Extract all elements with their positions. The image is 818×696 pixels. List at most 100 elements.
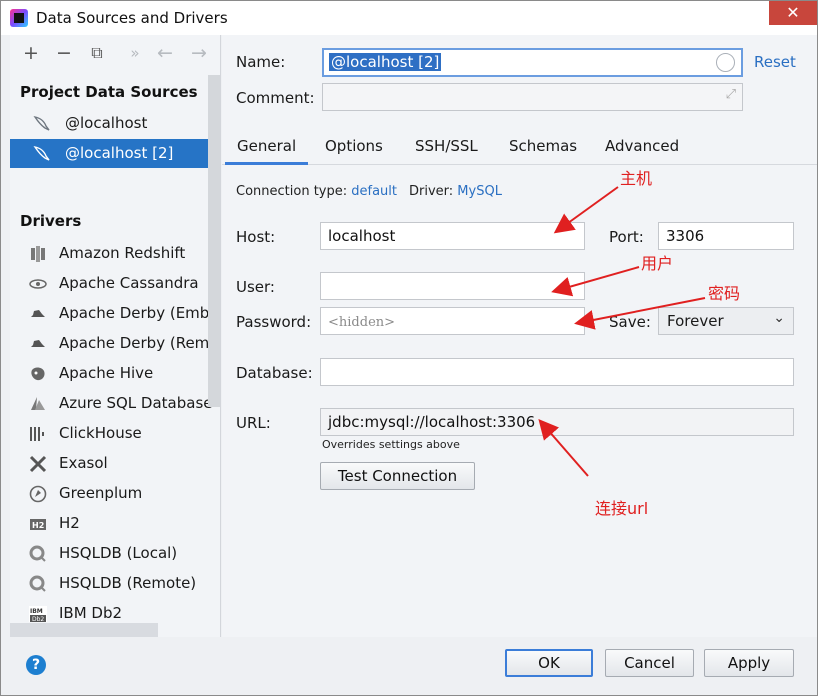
driver-label: HSQLDB (Remote) bbox=[59, 574, 197, 592]
driver-info-value[interactable]: MySQL bbox=[457, 184, 502, 199]
add-icon[interactable]: + bbox=[20, 43, 42, 65]
help-icon[interactable]: ? bbox=[26, 655, 46, 675]
driver-item[interactable]: Apache Derby (Remote) bbox=[10, 329, 220, 359]
comment-field[interactable]: ⤢ bbox=[322, 83, 743, 111]
mysql-dolphin-icon bbox=[33, 115, 50, 131]
annotation-url: 连接url bbox=[595, 499, 649, 518]
left-toolbar: + − ⧉ » ← → bbox=[10, 39, 210, 69]
driver-label: ClickHouse bbox=[59, 424, 142, 442]
name-field-value: @localhost [2] bbox=[329, 53, 442, 71]
right-panel: Name: @localhost [2] Reset Comment: ⤢ Ge… bbox=[222, 35, 817, 637]
driver-label: Exasol bbox=[59, 454, 108, 472]
left-scrollbar[interactable] bbox=[208, 75, 220, 407]
user-field[interactable] bbox=[320, 272, 585, 300]
svg-text:H2: H2 bbox=[32, 521, 44, 530]
clickhouse-bars-icon bbox=[30, 427, 44, 441]
test-connection-button[interactable]: Test Connection bbox=[320, 462, 475, 490]
remove-icon[interactable]: − bbox=[53, 43, 75, 65]
tab-bar: General Options SSH/SSL Schemas Advanced bbox=[222, 129, 817, 165]
database-label: Database: bbox=[236, 364, 313, 382]
driver-item[interactable]: HSQLDB (Remote) bbox=[10, 569, 220, 599]
derby-hat-icon bbox=[31, 310, 45, 317]
driver-label: HSQLDB (Local) bbox=[59, 544, 178, 562]
tab-general[interactable]: General bbox=[224, 137, 309, 165]
exasol-x-icon bbox=[29, 455, 47, 473]
host-label: Host: bbox=[236, 228, 276, 246]
left-panel: + − ⧉ » ← → Project Data Sources @localh… bbox=[10, 35, 221, 637]
intellij-app-icon bbox=[10, 9, 28, 27]
driver-item[interactable]: Azure SQL Database bbox=[10, 389, 220, 419]
expand-icon[interactable]: ⤢ bbox=[726, 87, 736, 102]
password-label: Password: bbox=[236, 313, 312, 331]
driver-label: Amazon Redshift bbox=[59, 244, 186, 262]
tab-options[interactable]: Options bbox=[325, 137, 383, 155]
driver-label: Apache Hive bbox=[59, 364, 154, 382]
driver-item[interactable]: Apache Hive bbox=[10, 359, 220, 389]
password-placeholder: <hidden> bbox=[328, 315, 396, 330]
url-field[interactable]: jdbc:mysql://localhost:3306 bbox=[320, 408, 794, 436]
hive-icon bbox=[31, 367, 45, 381]
hsqldb-icon bbox=[29, 575, 46, 592]
driver-label: Apache Cassandra bbox=[59, 274, 199, 292]
cancel-button[interactable]: Cancel bbox=[605, 649, 694, 677]
save-dropdown-value: Forever bbox=[667, 312, 724, 330]
driver-item[interactable]: H2 H2 bbox=[10, 509, 220, 539]
annotation-password: 密码 bbox=[708, 284, 741, 303]
driver-label: H2 bbox=[59, 514, 80, 532]
driver-item[interactable]: Greenplum bbox=[10, 479, 220, 509]
database-field[interactable] bbox=[320, 358, 794, 386]
h2-icon: H2 bbox=[30, 519, 46, 530]
more-icon[interactable]: » bbox=[124, 43, 146, 65]
driver-item[interactable]: Apache Derby (Embedded) bbox=[10, 299, 220, 329]
driver-item[interactable]: Amazon Redshift bbox=[10, 239, 220, 269]
reset-link[interactable]: Reset bbox=[754, 53, 796, 71]
azure-icon bbox=[31, 397, 45, 410]
save-dropdown[interactable]: Forever ⌄ bbox=[658, 307, 794, 335]
driver-info: Driver: MySQL bbox=[409, 184, 502, 199]
duplicate-icon[interactable]: ⧉ bbox=[86, 43, 108, 65]
connection-type-value[interactable]: default bbox=[351, 184, 397, 199]
derby-hat-icon bbox=[31, 340, 45, 347]
data-source-label: @localhost bbox=[65, 114, 148, 132]
dialog-window: Data Sources and Drivers ✕ + − ⧉ » ← → P… bbox=[0, 0, 818, 696]
driver-label: IBM Db2 bbox=[59, 604, 123, 622]
driver-label: Greenplum bbox=[59, 484, 143, 502]
name-field[interactable]: @localhost [2] bbox=[322, 48, 743, 77]
svg-text:Db2: Db2 bbox=[32, 616, 44, 623]
port-field[interactable]: 3306 bbox=[658, 222, 794, 250]
driver-item[interactable]: HSQLDB (Local) bbox=[10, 539, 220, 569]
horizontal-scrollbar[interactable] bbox=[10, 623, 158, 637]
url-label: URL: bbox=[236, 414, 271, 432]
driver-item[interactable]: Exasol bbox=[10, 449, 220, 479]
close-button[interactable]: ✕ bbox=[769, 1, 817, 25]
hsqldb-icon bbox=[29, 545, 46, 562]
user-label: User: bbox=[236, 278, 275, 296]
driver-info-label: Driver: bbox=[409, 184, 454, 199]
comment-label: Comment: bbox=[236, 89, 315, 107]
driver-label: Apache Derby (Embedded) bbox=[59, 304, 220, 322]
password-field[interactable]: <hidden> bbox=[320, 307, 585, 335]
forward-arrow-icon[interactable]: → bbox=[188, 43, 210, 65]
annotation-user: 用户 bbox=[641, 254, 674, 273]
ibm-db2-icon: IBMDb2 bbox=[29, 606, 47, 623]
annotation-host: 主机 bbox=[620, 169, 653, 188]
data-source-item-selected[interactable]: @localhost [2] bbox=[10, 139, 220, 168]
tab-advanced[interactable]: Advanced bbox=[605, 137, 679, 155]
tab-ssh-ssl[interactable]: SSH/SSL bbox=[415, 137, 478, 155]
driver-item[interactable]: Apache Cassandra bbox=[10, 269, 220, 299]
apply-button[interactable]: Apply bbox=[704, 649, 794, 677]
ok-button[interactable]: OK bbox=[505, 649, 593, 677]
back-arrow-icon[interactable]: ← bbox=[154, 43, 176, 65]
connection-type-label: Connection type: bbox=[236, 184, 348, 199]
svg-text:IBM: IBM bbox=[30, 608, 43, 615]
data-source-item[interactable]: @localhost bbox=[10, 109, 220, 138]
driver-item[interactable]: ClickHouse bbox=[10, 419, 220, 449]
chevron-down-icon: ⌄ bbox=[773, 310, 785, 326]
window-title: Data Sources and Drivers bbox=[36, 9, 228, 27]
connection-type: Connection type: default bbox=[236, 184, 397, 199]
tab-schemas[interactable]: Schemas bbox=[509, 137, 577, 155]
host-field[interactable]: localhost bbox=[320, 222, 585, 250]
driver-label: Apache Derby (Remote) bbox=[59, 334, 220, 352]
redshift-icon bbox=[31, 246, 45, 262]
color-circle-icon[interactable] bbox=[716, 53, 735, 72]
